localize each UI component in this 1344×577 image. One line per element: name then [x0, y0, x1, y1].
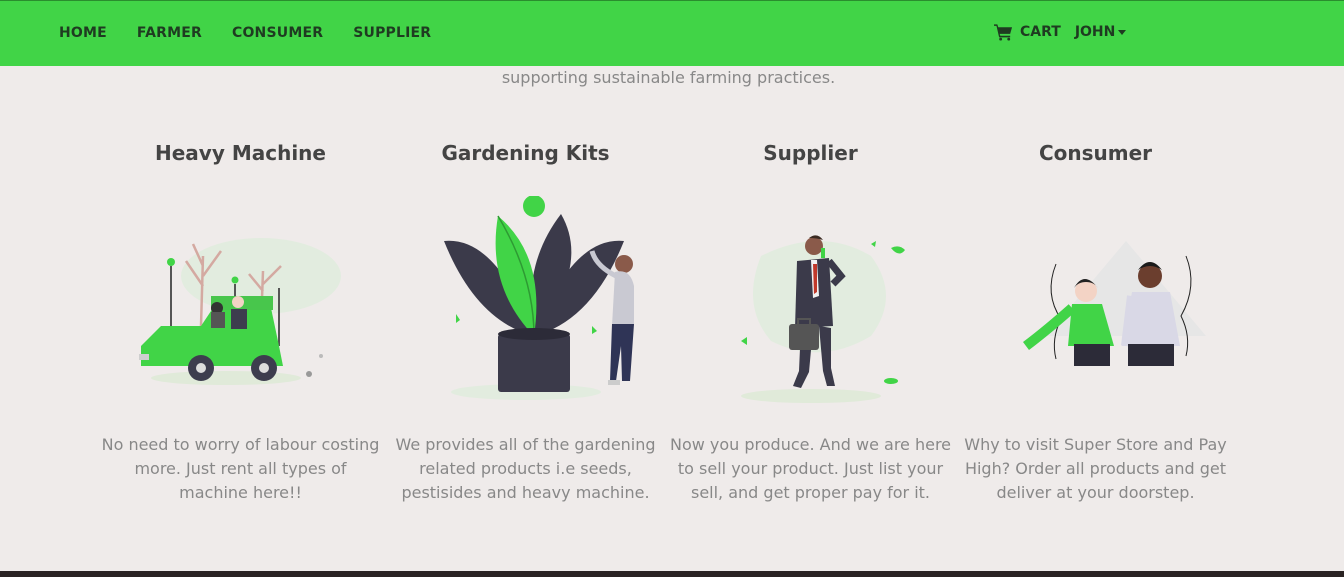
card-description: We provides all of the gardening related…: [395, 435, 656, 502]
card-description: Why to visit Super Store and Pay High? O…: [964, 435, 1227, 502]
card-heavy-machine: Heavy Machine No need to worry of labour…: [98, 140, 383, 502]
businessman-illustration: [740, 235, 905, 403]
user-menu-toggle[interactable]: JOHN: [1075, 24, 1127, 40]
card-title: Heavy Machine: [155, 141, 326, 165]
card-title: Supplier: [763, 141, 858, 165]
card-title: Consumer: [1038, 141, 1153, 165]
caret-down-icon[interactable]: [1118, 30, 1127, 35]
nav-links: HOME FARMER CONSUMER SUPPLIER: [59, 25, 461, 41]
card-consumer: Consumer Why to visit Super Store and Pa…: [953, 140, 1238, 502]
intro-text: supporting sustainable farming practices…: [501, 68, 836, 87]
jeep-illustration: [138, 238, 341, 385]
nav-supplier-link[interactable]: SUPPLIER: [353, 25, 431, 41]
card-description: No need to worry of labour costing more.…: [101, 435, 380, 502]
nav-consumer-link[interactable]: CONSUMER: [232, 25, 323, 41]
cart-link[interactable]: CART: [1020, 24, 1061, 40]
user-name[interactable]: JOHN: [1075, 24, 1116, 40]
plant-illustration: [443, 196, 634, 400]
consumers-illustration: [1022, 241, 1206, 366]
shopping-cart-icon[interactable]: [994, 23, 1013, 41]
navbar: HOME FARMER CONSUMER SUPPLIER CART JOHN: [0, 0, 1344, 66]
nav-right: CART JOHN: [994, 23, 1127, 41]
card-title: Gardening Kits: [441, 141, 610, 165]
nav-home-link[interactable]: HOME: [59, 25, 107, 41]
card-supplier: Supplier Now you produce. And we are her…: [668, 140, 953, 502]
nav-farmer-link[interactable]: FARMER: [137, 25, 202, 41]
card-description: Now you produce. And we are here to sell…: [669, 435, 952, 502]
card-gardening-kits: Gardening Kits We provides all of the ga…: [383, 140, 668, 502]
footer-strip: [0, 571, 1344, 577]
